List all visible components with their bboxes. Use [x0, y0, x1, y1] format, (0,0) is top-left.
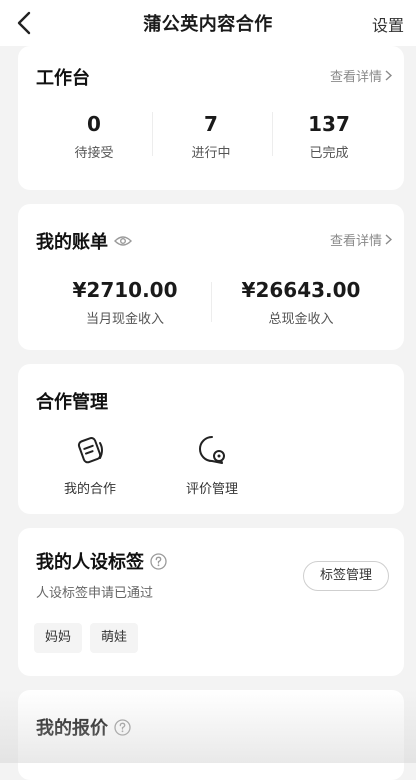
review-management-label: 评价管理: [185, 482, 238, 497]
stat-total-income[interactable]: ¥26643.00 总现金收入: [226, 278, 376, 327]
stat-in-progress-label: 进行中: [191, 146, 231, 161]
workbench-card: 工作台 查看详情 0 待接受 7 进行中 137 已完成: [18, 46, 404, 190]
workbench-details-label: 查看详情: [329, 70, 382, 85]
my-cooperation-label: 我的合作: [63, 482, 116, 497]
help-icon[interactable]: [114, 718, 131, 736]
stat-divider: [272, 112, 273, 156]
eye-icon[interactable]: [114, 235, 132, 247]
cooperation-icon: [72, 432, 108, 468]
stat-divider: [152, 112, 153, 156]
workbench-details-link[interactable]: 查看详情: [330, 66, 392, 85]
quote-card: 我的报价: [18, 690, 404, 780]
page-title: 蒲公英内容合作: [143, 14, 273, 35]
bill-details-label: 查看详情: [329, 234, 382, 249]
stat-total-income-label: 总现金收入: [268, 312, 334, 327]
tag-management-button[interactable]: 标签管理: [303, 561, 389, 591]
settings-button[interactable]: 设置: [372, 12, 404, 36]
stat-monthly-income-label: 当月现金收入: [85, 312, 164, 327]
back-button[interactable]: [10, 9, 38, 37]
stat-total-income-value: ¥26643.00: [241, 278, 361, 302]
stat-monthly-income[interactable]: ¥2710.00 当月现金收入: [50, 278, 200, 327]
persona-tags-title: 我的人设标签: [36, 548, 167, 574]
stat-in-progress-value: 7: [204, 112, 218, 136]
bill-card: 我的账单 查看详情 ¥2710.00 当月现金收入 ¥26643.00 总现金收…: [18, 204, 404, 350]
chevron-right-icon: [385, 234, 392, 245]
stat-pending-label: 待接受: [74, 146, 114, 161]
chevron-left-icon: [17, 11, 31, 35]
bill-title-text: 我的账单: [36, 232, 108, 253]
stat-monthly-income-value: ¥2710.00: [72, 278, 178, 302]
persona-tags-status: 人设标签申请已通过: [36, 586, 154, 601]
tag-chip-baby: 萌娃: [90, 623, 138, 653]
quote-title: 我的报价: [36, 714, 131, 740]
review-icon: [194, 432, 230, 468]
stat-pending-value: 0: [87, 112, 101, 136]
persona-tags-title-text: 我的人设标签: [36, 552, 144, 573]
stat-completed-label: 已完成: [309, 146, 349, 161]
workbench-title: 工作台: [36, 68, 90, 89]
quote-title-text: 我的报价: [36, 718, 108, 739]
review-management-button[interactable]: 评价管理: [174, 432, 250, 497]
stat-completed-value: 137: [308, 112, 350, 136]
persona-tags-card: 我的人设标签 人设标签申请已通过 标签管理 妈妈 萌娃: [18, 528, 404, 676]
bill-details-link[interactable]: 查看详情: [330, 230, 392, 249]
tag-chip-mom: 妈妈: [34, 623, 82, 653]
my-cooperation-button[interactable]: 我的合作: [52, 432, 128, 497]
top-nav-bar: 蒲公英内容合作 设置: [0, 0, 416, 46]
cooperation-title: 合作管理: [36, 392, 108, 413]
stat-pending[interactable]: 0 待接受: [54, 112, 134, 161]
help-icon[interactable]: [150, 552, 167, 570]
chevron-right-icon: [385, 70, 392, 81]
bill-title: 我的账单: [36, 228, 132, 254]
stat-divider: [211, 282, 212, 322]
cooperation-card: 合作管理 我的合作 评价管理: [18, 364, 404, 514]
stat-in-progress[interactable]: 7 进行中: [171, 112, 251, 161]
stat-completed[interactable]: 137 已完成: [289, 112, 369, 161]
